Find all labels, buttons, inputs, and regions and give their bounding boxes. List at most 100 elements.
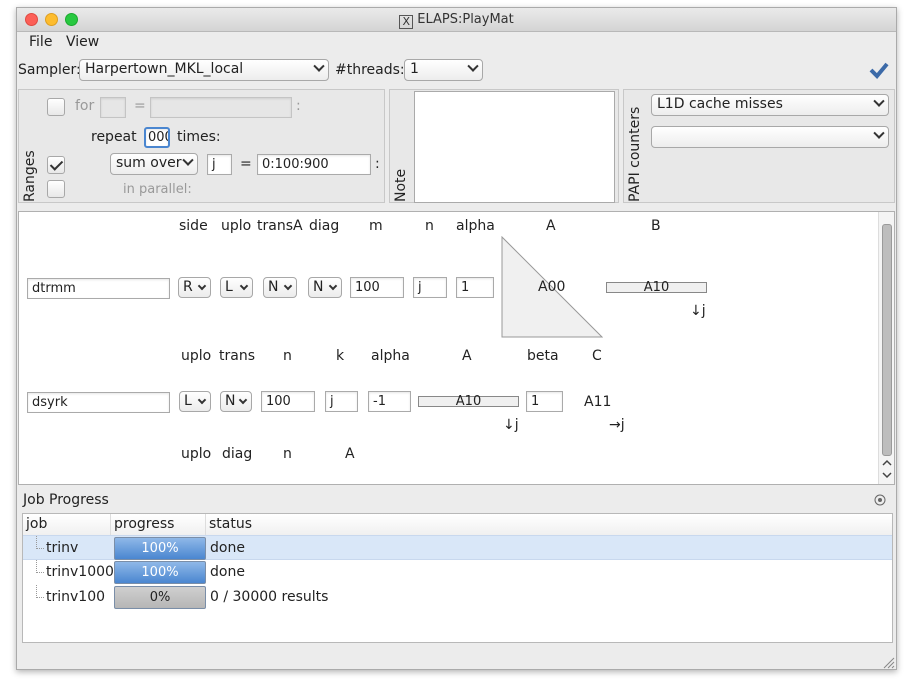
column-status[interactable]: status [206, 514, 892, 535]
job-name: trinv100 [46, 589, 106, 605]
n-field[interactable]: 100 [261, 391, 315, 412]
repeat-label: repeat [91, 129, 137, 145]
job-status: done [210, 540, 245, 556]
job-row[interactable]: trinv100 0% 0 / 30000 results [23, 585, 892, 610]
note-textarea[interactable] [414, 91, 615, 203]
header-alpha: alpha [371, 348, 410, 364]
header-A: A [345, 446, 355, 462]
scrollbar-thumb[interactable] [882, 224, 892, 456]
chevron-down-icon [238, 395, 248, 405]
job-table: job progress status trinv 100% done trin… [22, 513, 893, 643]
papi-panel: PAPI counters L1D cache misses [623, 89, 895, 203]
side-select[interactable]: R [178, 277, 211, 298]
menu-view[interactable]: View [66, 34, 99, 50]
menu-file[interactable]: File [29, 34, 52, 50]
tree-branch [36, 560, 44, 573]
job-name: trinv1000 [46, 564, 114, 580]
title-bar: X ELAPS:PlayMat [17, 8, 896, 32]
call-name-dtrmm[interactable]: dtrmm [27, 278, 170, 299]
main-window: X ELAPS:PlayMat File View Sampler: Harper… [16, 7, 897, 670]
progress-bar: 0% [114, 586, 206, 609]
uplo-select[interactable]: L [220, 277, 253, 298]
beta-field[interactable]: 1 [526, 391, 563, 412]
header-A: A [462, 348, 472, 364]
for-range-field [150, 97, 292, 118]
header-uplo: uplo [221, 218, 252, 234]
uplo-select[interactable]: L [179, 391, 211, 412]
sum-range-field[interactable]: 0:100:900 [257, 154, 371, 175]
window-title: X ELAPS:PlayMat [17, 12, 896, 29]
papi-counter-1-select[interactable]: L1D cache misses [651, 94, 889, 116]
diag-select[interactable]: N [308, 277, 342, 298]
for-checkbox[interactable] [47, 98, 65, 116]
m-field[interactable]: 100 [350, 277, 404, 298]
header-A: A [546, 218, 556, 234]
sumover-select[interactable]: sum over [110, 153, 198, 175]
sum-colon-label: : [375, 156, 380, 172]
chevron-down-icon [197, 395, 207, 405]
scroll-arrows-icon[interactable] [882, 458, 892, 480]
sum-var-field[interactable]: j [207, 154, 232, 175]
parallel-label: in parallel: [123, 182, 192, 197]
checkmark-icon[interactable] [869, 61, 889, 79]
column-progress[interactable]: progress [111, 514, 206, 535]
column-job[interactable]: job [23, 514, 111, 535]
for-label: for [75, 98, 95, 114]
calls-area[interactable]: side uplo transA diag m n alpha A B dtrm… [18, 211, 895, 485]
resize-grip-icon[interactable] [883, 657, 895, 669]
tree-branch [36, 536, 44, 549]
matrix-C-dim: →j [609, 417, 625, 433]
trans-select[interactable]: N [220, 391, 252, 412]
repeat-field[interactable]: 000 [144, 127, 170, 148]
alpha-field[interactable]: -1 [368, 391, 411, 412]
header-uplo: uplo [181, 446, 212, 462]
for-eq-label: = [134, 98, 146, 114]
for-colon-label: : [296, 98, 301, 114]
job-row[interactable]: trinv 100% done [23, 535, 892, 560]
n-field[interactable]: j [413, 277, 447, 298]
ranges-title: Ranges [22, 150, 38, 202]
sampler-label: Sampler: [18, 62, 81, 78]
job-status: 0 / 30000 results [210, 589, 329, 605]
threads-label: #threads: [335, 62, 405, 78]
threads-select[interactable]: 1 [404, 59, 483, 81]
matrix-B-dim: ↓j [690, 303, 706, 319]
papi-counter-2-select[interactable] [651, 126, 889, 148]
parallel-checkbox[interactable] [47, 180, 65, 198]
chevron-down-icon [467, 60, 479, 72]
note-panel: Note [389, 89, 619, 203]
call-name-dsyrk[interactable]: dsyrk [27, 392, 170, 413]
chevron-down-icon [313, 60, 325, 72]
header-side: side [179, 218, 208, 234]
sampler-select[interactable]: Harpertown_MKL_local [79, 59, 329, 81]
chevron-down-icon [328, 281, 338, 291]
header-n: n [283, 446, 292, 462]
matrix-A-label: A00 [538, 279, 566, 295]
header-m: m [369, 218, 383, 234]
float-panel-icon[interactable] [874, 494, 886, 506]
tree-branch [36, 585, 44, 598]
times-label: times: [177, 129, 221, 145]
k-field[interactable]: j [325, 391, 358, 412]
job-row[interactable]: trinv1000 100% done [23, 560, 892, 585]
vertical-scrollbar[interactable] [878, 212, 894, 484]
header-B: B [651, 218, 661, 234]
chevron-down-icon [182, 154, 194, 166]
sumover-checkbox[interactable] [47, 156, 65, 174]
header-beta: beta [527, 348, 559, 364]
chevron-down-icon [873, 95, 885, 107]
progress-bar: 100% [114, 561, 206, 584]
chevron-down-icon [239, 281, 249, 291]
progress-bar: 100% [114, 537, 206, 560]
alpha-field[interactable]: 1 [456, 277, 494, 298]
matrix-A: A10 [418, 395, 519, 408]
job-name: trinv [46, 540, 79, 556]
header-trans: trans [219, 348, 255, 364]
header-k: k [336, 348, 345, 364]
job-progress-title: Job Progress [23, 492, 109, 508]
matrix-B: A10 [606, 281, 707, 294]
transA-select[interactable]: N [263, 277, 297, 298]
sum-eq-label: = [240, 156, 252, 172]
matrix-A-dim: ↓j [503, 417, 519, 433]
header-n: n [283, 348, 292, 364]
